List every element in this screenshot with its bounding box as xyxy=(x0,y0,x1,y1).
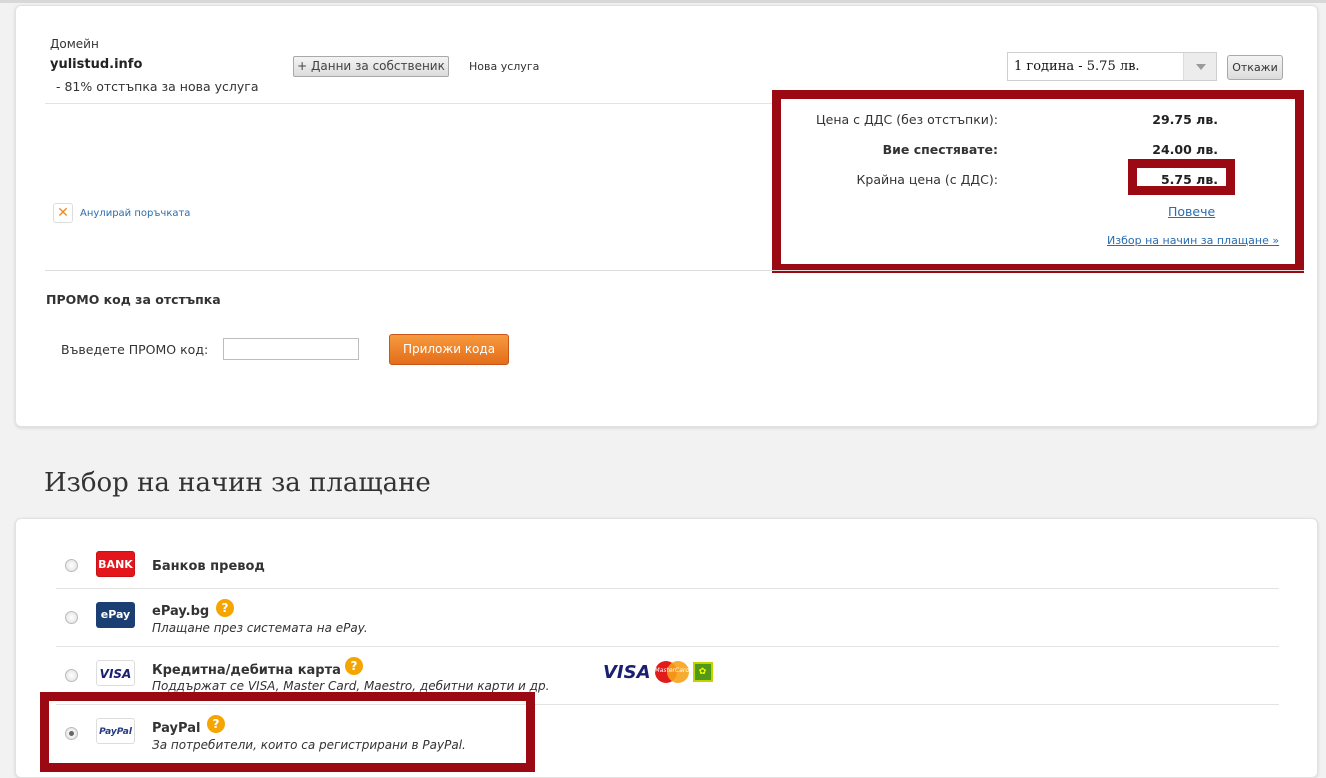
discount-note: - 81% отстъпка за нова услуга xyxy=(56,79,259,94)
bank-logo: BANK xyxy=(96,551,135,577)
epay-logo: ePay xyxy=(96,602,135,628)
divider xyxy=(45,103,781,104)
order-card: Домейн yulistud.info - 81% отстъпка за н… xyxy=(15,5,1318,427)
help-icon[interactable]: ? xyxy=(216,599,234,617)
mastercard-logo: MasterCard xyxy=(654,661,690,683)
divider xyxy=(56,588,1279,589)
method-title-card[interactable]: Кредитна/дебитна карта xyxy=(152,663,341,678)
top-border xyxy=(0,0,1326,3)
summary-highlight xyxy=(772,90,1304,273)
chevron-down-icon[interactable] xyxy=(1183,53,1216,80)
payment-section-title: Избор на начин за плащане xyxy=(44,468,431,498)
promo-title: ПРОМО код за отстъпка xyxy=(46,292,221,307)
close-icon[interactable]: ✕ xyxy=(53,203,73,223)
period-select[interactable]: 1 година - 5.75 лв. xyxy=(1007,52,1217,81)
visa-card-logo: VISA xyxy=(603,661,651,683)
service-status: Нова услуга xyxy=(469,60,540,73)
method-desc-epay: Плащане през системата на ePay. xyxy=(152,621,368,635)
period-select-value: 1 година - 5.75 лв. xyxy=(1014,59,1140,74)
help-icon[interactable]: ? xyxy=(345,657,363,675)
method-title-epay[interactable]: ePay.bg xyxy=(152,604,209,619)
divider xyxy=(56,646,1279,647)
apply-promo-button[interactable]: Приложи кода xyxy=(389,334,509,365)
cancel-button[interactable]: Откажи xyxy=(1227,55,1283,80)
method-title-bank[interactable]: Банков превод xyxy=(152,559,265,574)
promo-code-input[interactable] xyxy=(223,338,359,360)
cancel-order[interactable]: ✕ Анулирай поръчката xyxy=(53,203,190,223)
radio-bank-transfer[interactable] xyxy=(65,559,78,572)
mastercard-logo-text: MasterCard xyxy=(654,667,690,674)
borica-logo: ✿ xyxy=(692,662,713,682)
promo-label: Въведете ПРОМО код: xyxy=(61,342,209,357)
card-logos: VISA MasterCard ✿ xyxy=(603,661,713,683)
owner-data-button[interactable]: + Данни за собственик xyxy=(293,56,449,77)
item-type-label: Домейн xyxy=(50,37,99,51)
radio-card[interactable] xyxy=(65,669,78,682)
radio-epay[interactable] xyxy=(65,611,78,624)
divider xyxy=(45,270,1304,271)
domain-name: yulistud.info xyxy=(50,57,143,72)
cancel-order-link[interactable]: Анулирай поръчката xyxy=(80,208,190,219)
visa-logo: VISA xyxy=(96,660,135,686)
paypal-highlight xyxy=(40,692,535,772)
method-desc-card: Поддържат се VISA, Master Card, Maestro,… xyxy=(152,679,550,693)
